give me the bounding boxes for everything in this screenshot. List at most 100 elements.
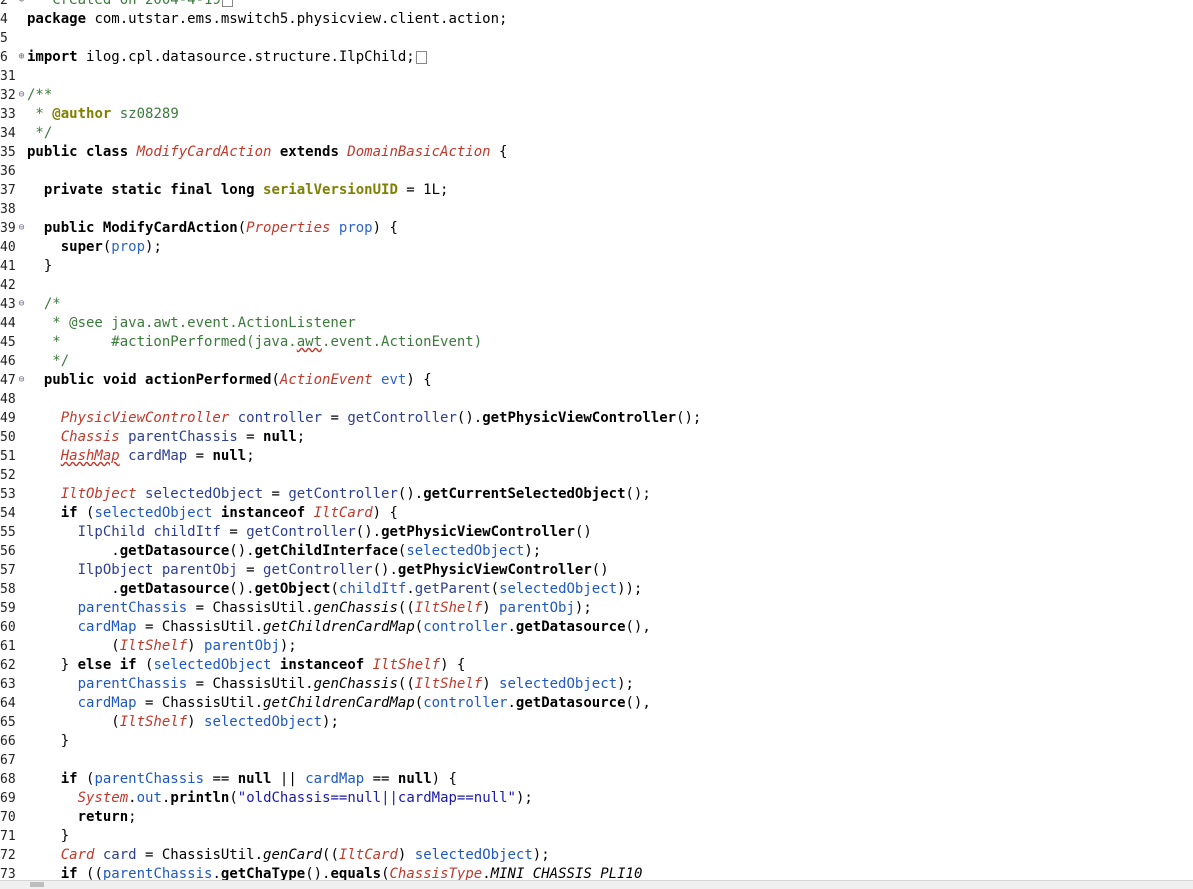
line-number: 47 [0, 373, 16, 388]
code-line[interactable]: 68 if (parentChassis == null || cardMap … [0, 770, 1193, 789]
code-line[interactable]: 62 } else if (selectedObject instanceof … [0, 656, 1193, 675]
code-token: parentChassis [94, 771, 205, 787]
code-line[interactable]: 67 [0, 751, 1193, 770]
fold-expand-icon[interactable]: ⊕ [17, 0, 26, 5]
fold-expand-icon[interactable]: ⊕ [17, 52, 26, 62]
code-line[interactable]: 60 cardMap = ChassisUtil.getChildrenCard… [0, 618, 1193, 637]
code-editor[interactable]: 2 ⊕ * Created on 2004-4-19 4 package com.ut… [0, 0, 1193, 889]
collapsed-block-icon[interactable] [221, 0, 233, 7]
code-line[interactable]: 5 [0, 29, 1193, 48]
line-number: 69 [0, 791, 16, 806]
code-line[interactable]: 37 private static final long serialVersi… [0, 181, 1193, 200]
code-token: package [27, 11, 95, 27]
code-line[interactable]: 51 HashMap cardMap = null; [0, 447, 1193, 466]
code-line[interactable]: 59 parentChassis = ChassisUtil.genChassi… [0, 599, 1193, 618]
code-token: ( [237, 220, 247, 236]
code-line[interactable]: 54 if (selectedObject instanceof IltCard… [0, 504, 1193, 523]
code-line[interactable]: 72 Card card = ChassisUtil.genCard((IltC… [0, 846, 1193, 865]
code-line[interactable]: 2 ⊕ * Created on 2004-4-19 [0, 0, 1193, 10]
fold-collapse-icon[interactable]: ⊖ [17, 375, 26, 385]
code-token: ModifyCardAction [136, 144, 272, 160]
code-line[interactable]: 63 parentChassis = ChassisUtil.genChassi… [0, 675, 1193, 694]
code-token: getPhysicViewController [381, 524, 575, 540]
code-line[interactable]: 47 ⊖ public void actionPerformed(ActionEv… [0, 371, 1193, 390]
code-token: IltCard [338, 847, 398, 863]
code-line[interactable]: 45 * #actionPerformed(java.awt.event.Act… [0, 333, 1193, 352]
code-line[interactable]: 64 cardMap = ChassisUtil.getChildrenCard… [0, 694, 1193, 713]
code-token: PhysicViewController [60, 410, 230, 426]
code-line[interactable]: 52 [0, 466, 1193, 485]
code-line[interactable]: 31 [0, 67, 1193, 86]
code-text: * #actionPerformed(java.awt.event.Action… [27, 333, 482, 352]
fold-collapse-icon[interactable]: ⊖ [17, 299, 26, 309]
horizontal-scrollbar[interactable] [0, 880, 1193, 889]
code-line[interactable]: 42 [0, 276, 1193, 295]
code-line[interactable]: 43 ⊖ /* [0, 295, 1193, 314]
code-token: ( [27, 638, 120, 654]
code-text: .getDatasource().getChildInterface(selec… [27, 542, 541, 561]
code-text: .getDatasource().getObject(childItf.getP… [27, 580, 642, 599]
fold-collapse-icon[interactable]: ⊖ [17, 223, 26, 233]
code-line[interactable]: 38 [0, 200, 1193, 219]
code-token: selectedObject [145, 486, 264, 502]
code-line[interactable]: 66 } [0, 732, 1193, 751]
line-number: 55 [0, 525, 16, 540]
code-line[interactable]: 57 IlpObject parentObj = getController()… [0, 561, 1193, 580]
code-line[interactable]: 70 return; [0, 808, 1193, 827]
code-token: cardMap [77, 695, 137, 711]
code-line[interactable]: 49 PhysicViewController controller = get… [0, 409, 1193, 428]
code-line[interactable]: 65 (IltShelf) selectedObject); [0, 713, 1193, 732]
code-line[interactable]: 4 package com.utstar.ems.mswitch5.physicv… [0, 10, 1193, 29]
code-token: System [77, 790, 129, 806]
code-token: || [271, 771, 306, 787]
line-number: 60 [0, 620, 16, 635]
code-token: getPhysicViewController [482, 410, 677, 426]
code-token: (), [625, 695, 651, 711]
code-token: ModifyCardAction [102, 220, 238, 236]
code-line[interactable]: 33 * @author sz08289 [0, 105, 1193, 124]
code-line[interactable]: 55 IlpChild childItf = getController().g… [0, 523, 1193, 542]
code-text: public ModifyCardAction(Properties prop)… [27, 219, 398, 238]
code-token: HashMap [60, 448, 120, 464]
code-token: . [27, 581, 120, 597]
scrollbar-thumb[interactable] [30, 882, 44, 887]
code-text: import ilog.cpl.datasource.structure.Ilp… [27, 48, 427, 67]
code-token: getController [263, 562, 373, 578]
code-token: IltCard [313, 505, 373, 521]
code-line[interactable]: 39 ⊖ public ModifyCardAction(Properties p… [0, 219, 1193, 238]
code-token: Properties [246, 220, 331, 236]
code-line[interactable]: 58 .getDatasource().getObject(childItf.g… [0, 580, 1193, 599]
code-line[interactable]: 50 Chassis parentChassis = null; [0, 428, 1193, 447]
code-line[interactable]: 69 System.out.println("oldChassis==null|… [0, 789, 1193, 808]
line-number: 31 [0, 69, 16, 84]
code-text: IlpChild childItf = getController().getP… [27, 523, 592, 542]
code-line[interactable]: 53 IltObject selectedObject = getControl… [0, 485, 1193, 504]
code-token: getDatasource [515, 619, 626, 635]
code-line[interactable]: 61 (IltShelf) parentObj); [0, 637, 1193, 656]
code-line[interactable]: 32 ⊖/** [0, 86, 1193, 105]
code-line[interactable]: 56 .getDatasource().getChildInterface(se… [0, 542, 1193, 561]
code-line[interactable]: 41 } [0, 257, 1193, 276]
code-token: () [574, 524, 592, 540]
code-line[interactable]: 44 * @see java.awt.event.ActionListener [0, 314, 1193, 333]
code-token: getDatasource [119, 543, 230, 559]
code-line[interactable]: 6 ⊕ import ilog.cpl.datasource.structure.I… [0, 48, 1193, 67]
code-token: getDatasource [515, 695, 626, 711]
collapsed-block-icon[interactable] [415, 50, 427, 64]
code-text: * Created on 2004-4-19 [27, 0, 233, 10]
code-line[interactable]: 71 } [0, 827, 1193, 846]
code-token: getChildInterface [254, 543, 398, 559]
code-line[interactable]: 35 public class ModifyCardAction extends … [0, 143, 1193, 162]
code-token: getCurrentSelectedObject [423, 486, 626, 502]
code-line[interactable]: 46 */ [0, 352, 1193, 371]
code-text: } [27, 257, 52, 276]
code-line[interactable]: 48 [0, 390, 1193, 409]
code-token: = ChassisUtil. [187, 600, 314, 616]
code-line[interactable]: 34 */ [0, 124, 1193, 143]
code-text: package com.utstar.ems.mswitch5.physicvi… [27, 10, 507, 29]
code-line[interactable]: 36 [0, 162, 1193, 181]
fold-collapse-icon[interactable]: ⊖ [17, 90, 26, 100]
code-line[interactable]: 40 super(prop); [0, 238, 1193, 257]
